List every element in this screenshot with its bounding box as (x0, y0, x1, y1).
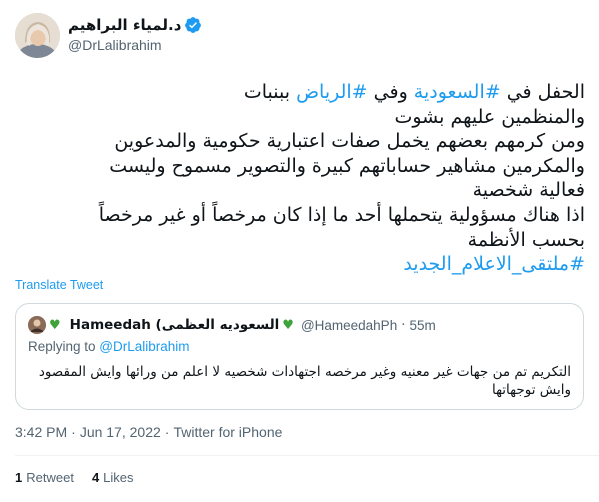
engagement-stats: 1 Retweet 4 Likes (15, 470, 152, 485)
quoted-timestamp[interactable]: 55m (410, 318, 436, 333)
verified-badge-icon (185, 17, 202, 33)
quoted-text-line: وايش توجهاتها (491, 382, 571, 398)
translate-tweet-link[interactable]: Translate Tweet (15, 278, 103, 292)
likes-count: 4 (91, 470, 100, 485)
quoted-tweet-card[interactable]: ♥ Hameedah⁩ (السعوديه العظمى ♥ @Hameedah… (15, 303, 584, 410)
quoted-text-line: التكريم تم من جهات غير معنيه وغير مرخصه … (38, 364, 571, 380)
tweet-text-line: الحفل في #السعودية وفي #الرياض ببنبات (14, 80, 585, 105)
tweet-text-line: اذا هناك مسؤولية يتحملها أحد ما إذا كان … (14, 203, 585, 228)
tweet-text-line: والمنظمين عليهم بشوت (14, 105, 585, 130)
tweet-text-segment: ومن كرمهم بعضهم يخمل صفات اعتبارية حكومي… (114, 130, 585, 153)
tweet-text-segment: والمكرمين مشاهير حساباتهم كبيرة والتصوير… (109, 154, 585, 177)
tweet-text-segment: فعالية شخصية (472, 179, 585, 202)
likes-label: Likes (103, 470, 134, 485)
hashtag-link[interactable]: #ملتقى_الاعلام_الجديد (403, 253, 585, 275)
tweet-text-line: والمكرمين مشاهير حساباتهم كبيرة والتصوير… (14, 154, 585, 179)
tweet-text-segment: ببنبات (243, 81, 297, 103)
quoted-handle[interactable]: @HameedahPh (301, 318, 397, 333)
separator-dot: · (71, 424, 76, 440)
green-heart-icon: ♥ (282, 317, 294, 333)
quoted-tweet-header: ♥ Hameedah⁩ (السعوديه العظمى ♥ @Hameedah… (28, 314, 573, 336)
quoted-tweet-text: التكريم تم من جهات غير معنيه وغير مرخصه … (28, 363, 571, 399)
tweet-text-segment: اذا هناك مسؤولية يتحملها أحد ما إذا كان … (98, 203, 585, 226)
author-name-row: د.لمياء البراهيم (68, 15, 202, 35)
tweet-text-line: #ملتقى_الاعلام_الجديد (14, 252, 585, 277)
tweet-text: الحفل في #السعودية وفي #الرياض ببنبات وال… (14, 80, 585, 277)
avatar[interactable] (15, 13, 60, 58)
likes-stat[interactable]: 4 Likes (92, 470, 134, 485)
replying-to-line: Replying to @DrLalibrahim (28, 339, 190, 354)
divider (15, 455, 599, 456)
tweet-text-line: فعالية شخصية (14, 178, 585, 203)
quoted-display-name[interactable]: Hameedah⁩ (السعوديه العظمى (70, 317, 280, 333)
tweet-text-segment: بحسب الأنظمة (467, 228, 585, 251)
tweet-time[interactable]: 3:42 PM (15, 424, 67, 440)
tweet-text-line: ومن كرمهم بعضهم يخمل صفات اعتبارية حكومي… (14, 129, 585, 154)
tweet-date[interactable]: Jun 17, 2022 (80, 424, 161, 440)
tweet-text-segment: وفي (367, 81, 414, 103)
avatar-image (15, 13, 60, 58)
tweet-source[interactable]: Twitter for iPhone (173, 424, 282, 440)
tweet-meta: 3:42 PM · Jun 17, 2022 · Twitter for iPhone (15, 424, 282, 440)
retweets-count: 1 (15, 470, 23, 485)
tweet-text-segment: والمنظمين عليهم بشوت (394, 105, 585, 128)
quoted-avatar[interactable] (28, 316, 46, 334)
retweets-label: Retweet (26, 470, 74, 485)
separator-dot: · (164, 424, 170, 440)
tweet-text-segment: الحفل في (500, 81, 585, 103)
hashtag-link[interactable]: #السعودية (414, 81, 501, 103)
separator-dot: · (401, 317, 406, 333)
author-display-name[interactable]: د.لمياء البراهيم (68, 16, 181, 34)
tweet-text-line: بحسب الأنظمة (14, 228, 585, 253)
replying-prefix: Replying to (28, 339, 100, 354)
replying-mention-link[interactable]: @DrLalibrahim (99, 339, 189, 354)
retweets-stat[interactable]: 1 Retweet (15, 470, 74, 485)
hashtag-link[interactable]: #الرياض (296, 81, 368, 103)
green-heart-icon: ♥ (49, 317, 61, 333)
author-handle[interactable]: @DrLalibrahim (68, 37, 162, 53)
